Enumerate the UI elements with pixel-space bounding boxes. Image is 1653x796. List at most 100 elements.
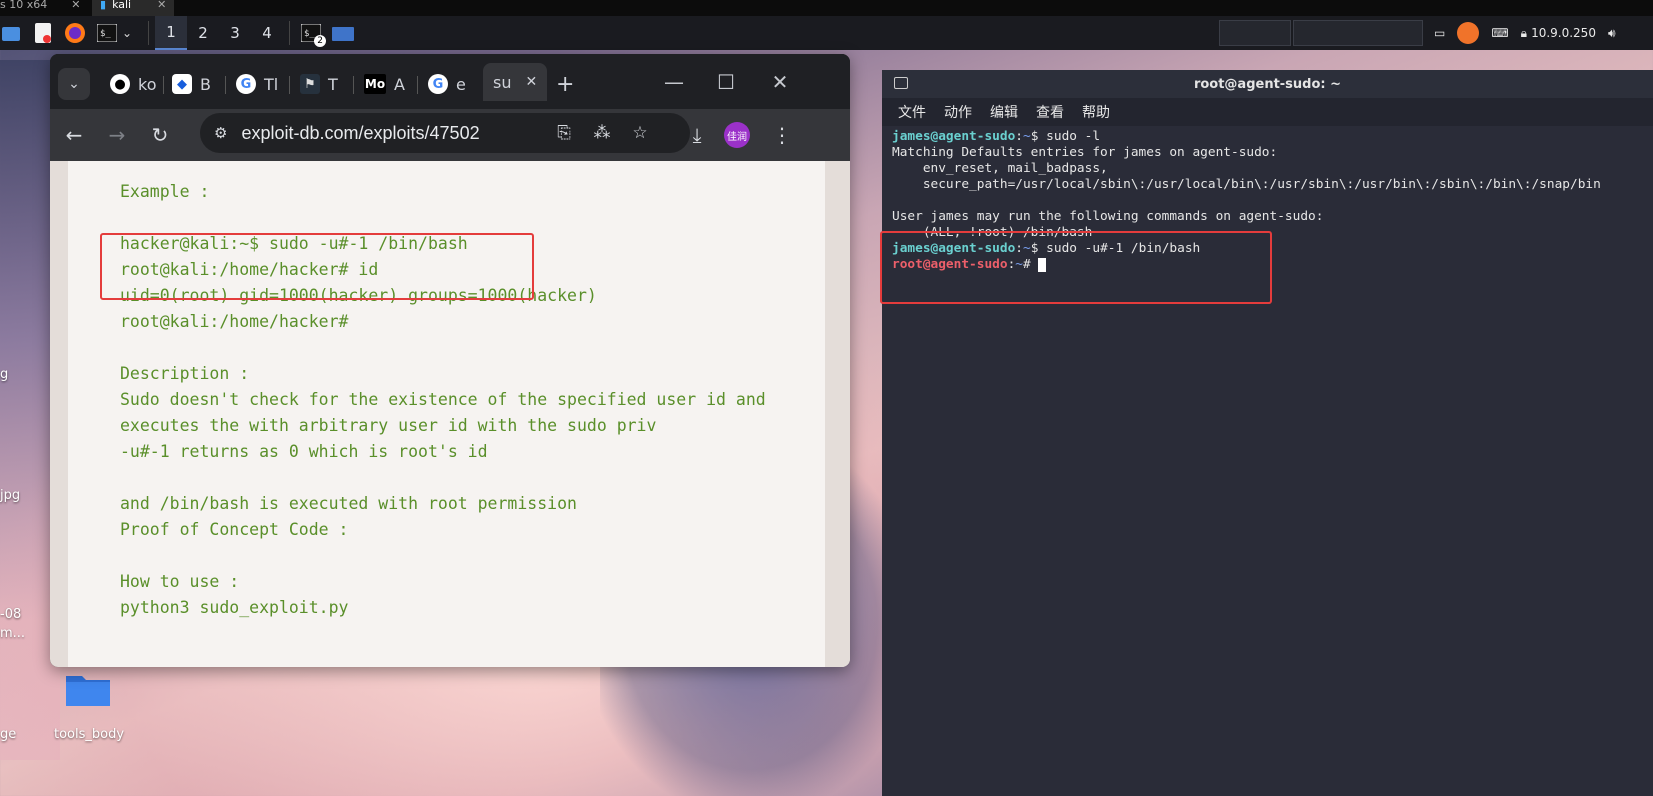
terminal-menubar: 文件 动作 编辑 查看 帮助 (882, 98, 1653, 126)
desktop-label[interactable]: m... (0, 626, 25, 641)
mc-icon: Mo (364, 74, 386, 94)
chevron-down-icon: ⌄ (58, 68, 90, 100)
window-icon[interactable]: ▭ (1434, 26, 1445, 40)
folder-window-icon[interactable] (332, 22, 355, 44)
volume-icon[interactable]: 🔊︎ (1608, 26, 1616, 41)
scrollbar[interactable] (839, 161, 850, 667)
tab-strip: ⌄ ● ko ◆ B G Tl ⚑ T Mo A G e su ✕ + — ☐ … (50, 54, 850, 109)
new-tab-button[interactable]: + (556, 68, 574, 100)
desktop-label[interactable]: ge (0, 727, 16, 742)
desktop-label[interactable]: -08 (0, 607, 21, 622)
chevron-down-icon[interactable]: ⌄ (122, 26, 132, 40)
tab-search-button[interactable]: ⌄ (58, 68, 90, 100)
reload-button[interactable]: ↻ (146, 121, 174, 149)
browser-window: ⌄ ● ko ◆ B G Tl ⚑ T Mo A G e su ✕ + — ☐ … (50, 54, 850, 667)
maximize-button[interactable]: ☐ (712, 68, 740, 96)
code-line: executes the with arbitrary user id with… (120, 416, 657, 435)
code-line: -u#-1 returns as 0 which is root's id (120, 442, 488, 461)
terminal-line: james@agent-sudo:~$ sudo -l (892, 129, 1101, 144)
close-icon[interactable]: ✕ (525, 74, 537, 90)
address-bar[interactable]: ⚙ exploit-db.com/exploits/47502 ⎘ ⁂ ☆ (200, 113, 690, 153)
tray-widget-2[interactable] (1293, 20, 1423, 46)
workspace-2[interactable]: 2 (187, 16, 219, 50)
menu-view[interactable]: 查看 (1036, 102, 1064, 122)
install-app-icon[interactable]: ⎘ (552, 121, 576, 145)
tab-active[interactable]: su ✕ (483, 63, 548, 101)
site-settings-icon[interactable]: ⚙ (214, 124, 227, 142)
more-menu-icon[interactable]: ⋮ (768, 121, 796, 149)
menu-help[interactable]: 帮助 (1082, 102, 1110, 122)
workspace-3[interactable]: 3 (219, 16, 251, 50)
tab-github[interactable]: ● ko (110, 68, 156, 100)
github-icon: ● (110, 74, 130, 94)
keyboard-icon[interactable]: ⌨ (1491, 26, 1508, 40)
tray-widget-1[interactable] (1219, 20, 1291, 46)
code-line: and /bin/bash is executed with root perm… (120, 494, 577, 513)
google-icon: G (236, 74, 256, 94)
tab-label: Tl (264, 74, 279, 94)
desktop-label[interactable]: g (0, 367, 8, 382)
code-line: Example : (120, 182, 210, 201)
forward-button[interactable]: → (103, 121, 131, 149)
menu-actions[interactable]: 动作 (944, 102, 972, 122)
close-icon[interactable]: ✕ (71, 0, 80, 10)
window-tab-win10[interactable]: s 10 x64 ✕ (0, 0, 80, 16)
divider (148, 21, 150, 45)
firefox-icon[interactable] (64, 22, 86, 44)
tab-google-2[interactable]: G e (428, 68, 466, 100)
tab-label: T (328, 74, 338, 94)
window-tab-label: kali (112, 0, 132, 11)
terminal-window: root@agent-sudo: ~ 文件 动作 编辑 查看 帮助 james@… (882, 70, 1653, 796)
divider (289, 21, 291, 45)
url-text[interactable]: exploit-db.com/exploits/47502 (241, 123, 479, 144)
back-button[interactable]: ← (60, 121, 88, 149)
tab-divider (353, 76, 354, 94)
text-editor-icon[interactable] (32, 22, 54, 44)
prompt-path: ~ (1023, 129, 1031, 144)
code-line: How to use : (120, 572, 240, 591)
highlight-box-terminal (880, 231, 1272, 304)
code-line: Description : (120, 364, 250, 383)
window-count-badge: 2 (314, 35, 327, 47)
workspace-1[interactable]: 1 (155, 16, 188, 50)
profile-avatar[interactable]: 佳润 (724, 122, 750, 148)
code-line: Proof of Concept Code : (120, 520, 349, 539)
menu-file[interactable]: 文件 (898, 102, 926, 122)
prompt-symbol: $ (1030, 129, 1039, 144)
google-icon: G (428, 74, 448, 94)
tab-label: ko (138, 74, 157, 94)
tab-mc[interactable]: Mo A (364, 68, 405, 100)
output-line: env_reset, mail_badpass, (892, 161, 1108, 176)
desktop-label-tools-body[interactable]: tools_body (54, 727, 124, 742)
tab-b[interactable]: ◆ B (172, 68, 211, 100)
code-line: Sudo doesn't check for the existence of … (120, 390, 766, 409)
terminal-launcher-icon[interactable]: $_ (96, 22, 118, 44)
tab-label: B (200, 74, 211, 94)
bookmark-star-icon[interactable]: ☆ (628, 121, 652, 145)
workspace-4[interactable]: 4 (251, 16, 283, 50)
minimize-button[interactable]: — (660, 68, 688, 96)
window-tab-label: s 10 x64 (0, 0, 48, 11)
code-line: python3 sudo_exploit.py (120, 598, 349, 617)
window-tab-kali[interactable]: ▮ kali ✕ (92, 0, 175, 16)
close-window-button[interactable]: ✕ (766, 68, 794, 96)
menu-edit[interactable]: 编辑 (990, 102, 1018, 122)
terminal-icon (894, 77, 908, 89)
folder-icon[interactable] (66, 672, 110, 706)
file-manager-icon[interactable] (0, 22, 22, 44)
output-line: User james may run the following command… (892, 209, 1324, 224)
desktop-label[interactable]: jpg (0, 488, 20, 503)
tab-tryhackme[interactable]: ⚑ T (300, 68, 338, 100)
cat-app-icon[interactable] (1457, 22, 1480, 44)
tab-google-1[interactable]: G Tl (236, 68, 278, 100)
output-line: Matching Defaults entries for james on a… (892, 145, 1278, 160)
bitwarden-icon: ◆ (172, 74, 192, 94)
terminal-window-icon[interactable]: $_ 2 (300, 22, 327, 47)
tab-divider (163, 76, 164, 94)
close-icon[interactable]: ✕ (157, 0, 166, 10)
user-prompt: james@agent-sudo (892, 129, 1016, 144)
system-tray: ▭ ⌨ 🔒︎ 10.9.0.250 🔊︎ (1434, 16, 1616, 50)
tab-divider (225, 76, 226, 94)
network-lock-icon[interactable]: 🔒︎ (1521, 26, 1527, 41)
translate-icon[interactable]: ⁂ (590, 121, 614, 145)
